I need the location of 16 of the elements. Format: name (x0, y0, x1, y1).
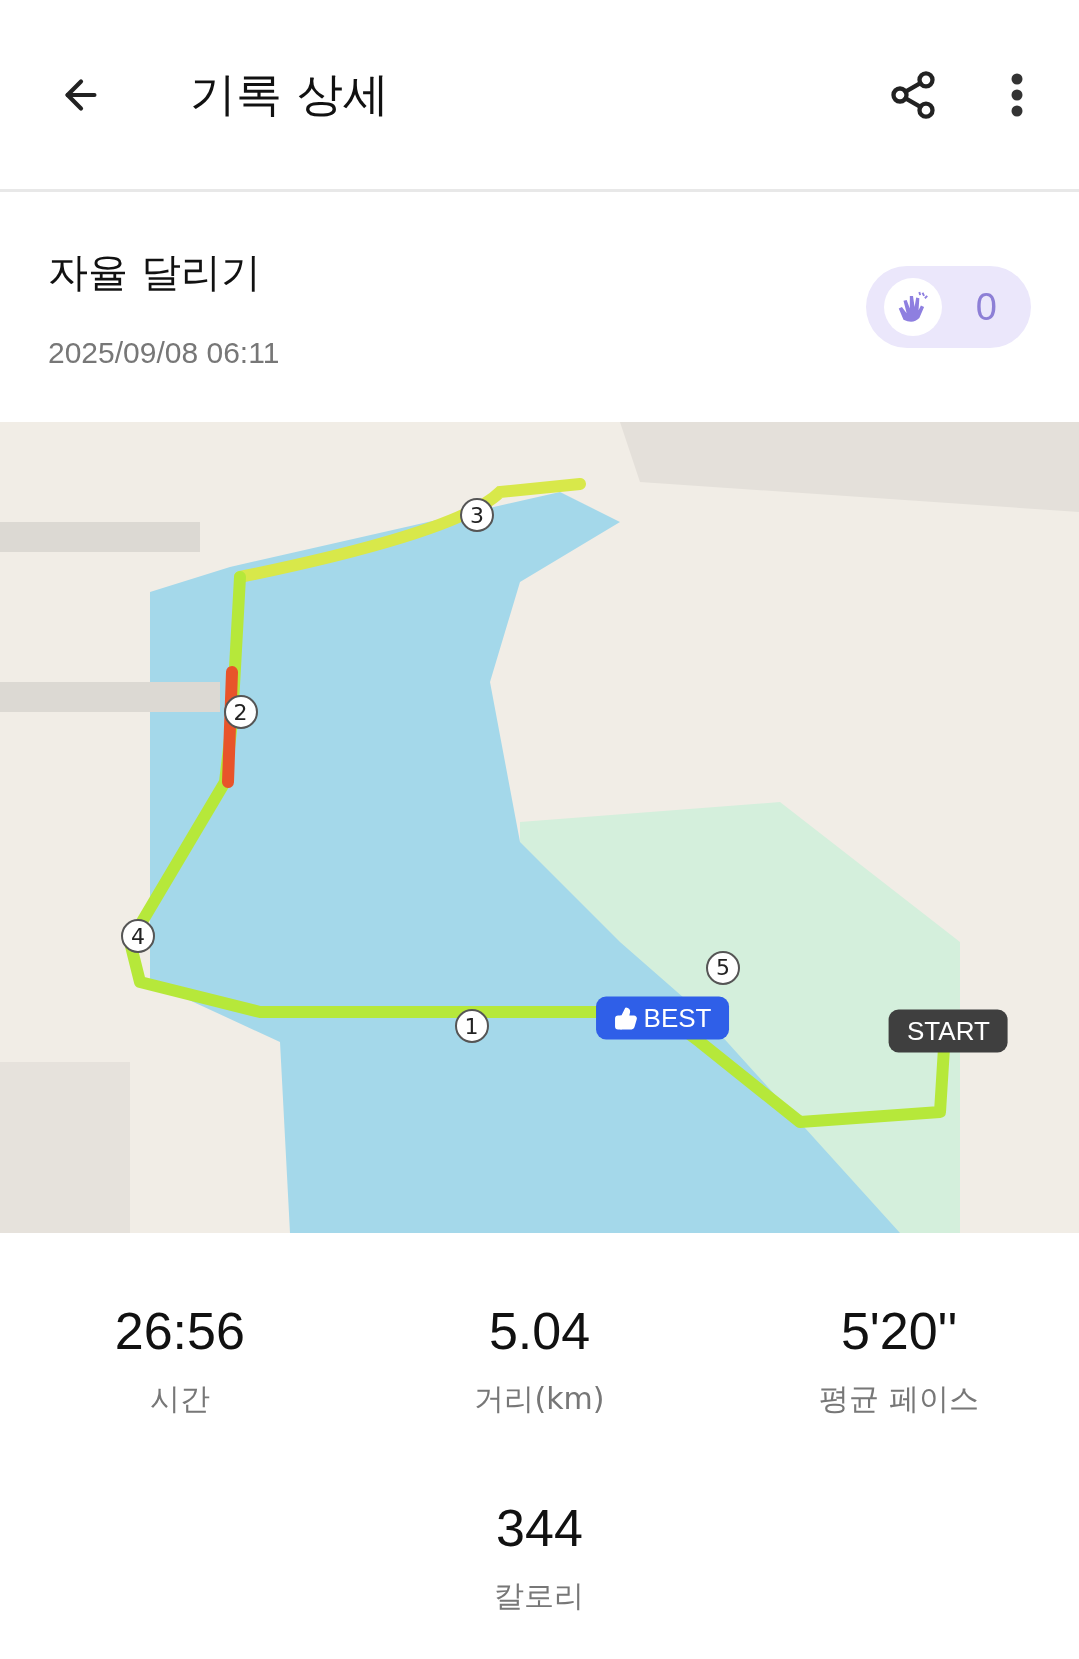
stat-label: 거리(km) (474, 1380, 605, 1418)
start-badge: START (889, 1009, 1008, 1053)
best-badge: BEST (595, 996, 730, 1040)
more-icon (1011, 72, 1023, 117)
stat-label: 평균 페이스 (819, 1380, 979, 1418)
stat-value: 5'20'' (840, 1301, 958, 1361)
thumbs-up-icon (613, 1006, 638, 1031)
stat-value: 5.04 (488, 1301, 591, 1361)
clap-button[interactable]: 0 (865, 266, 1031, 348)
stat-value: 344 (496, 1498, 583, 1558)
activity-date: 2025/09/08 06:11 (48, 335, 280, 370)
activity-name: 자율 달리기 (48, 247, 262, 297)
stat-label: 시간 (149, 1380, 210, 1418)
page-title: 기록 상세 (190, 65, 390, 123)
stat-value: 26:56 (114, 1301, 245, 1361)
stat-label: 칼로리 (494, 1577, 585, 1615)
